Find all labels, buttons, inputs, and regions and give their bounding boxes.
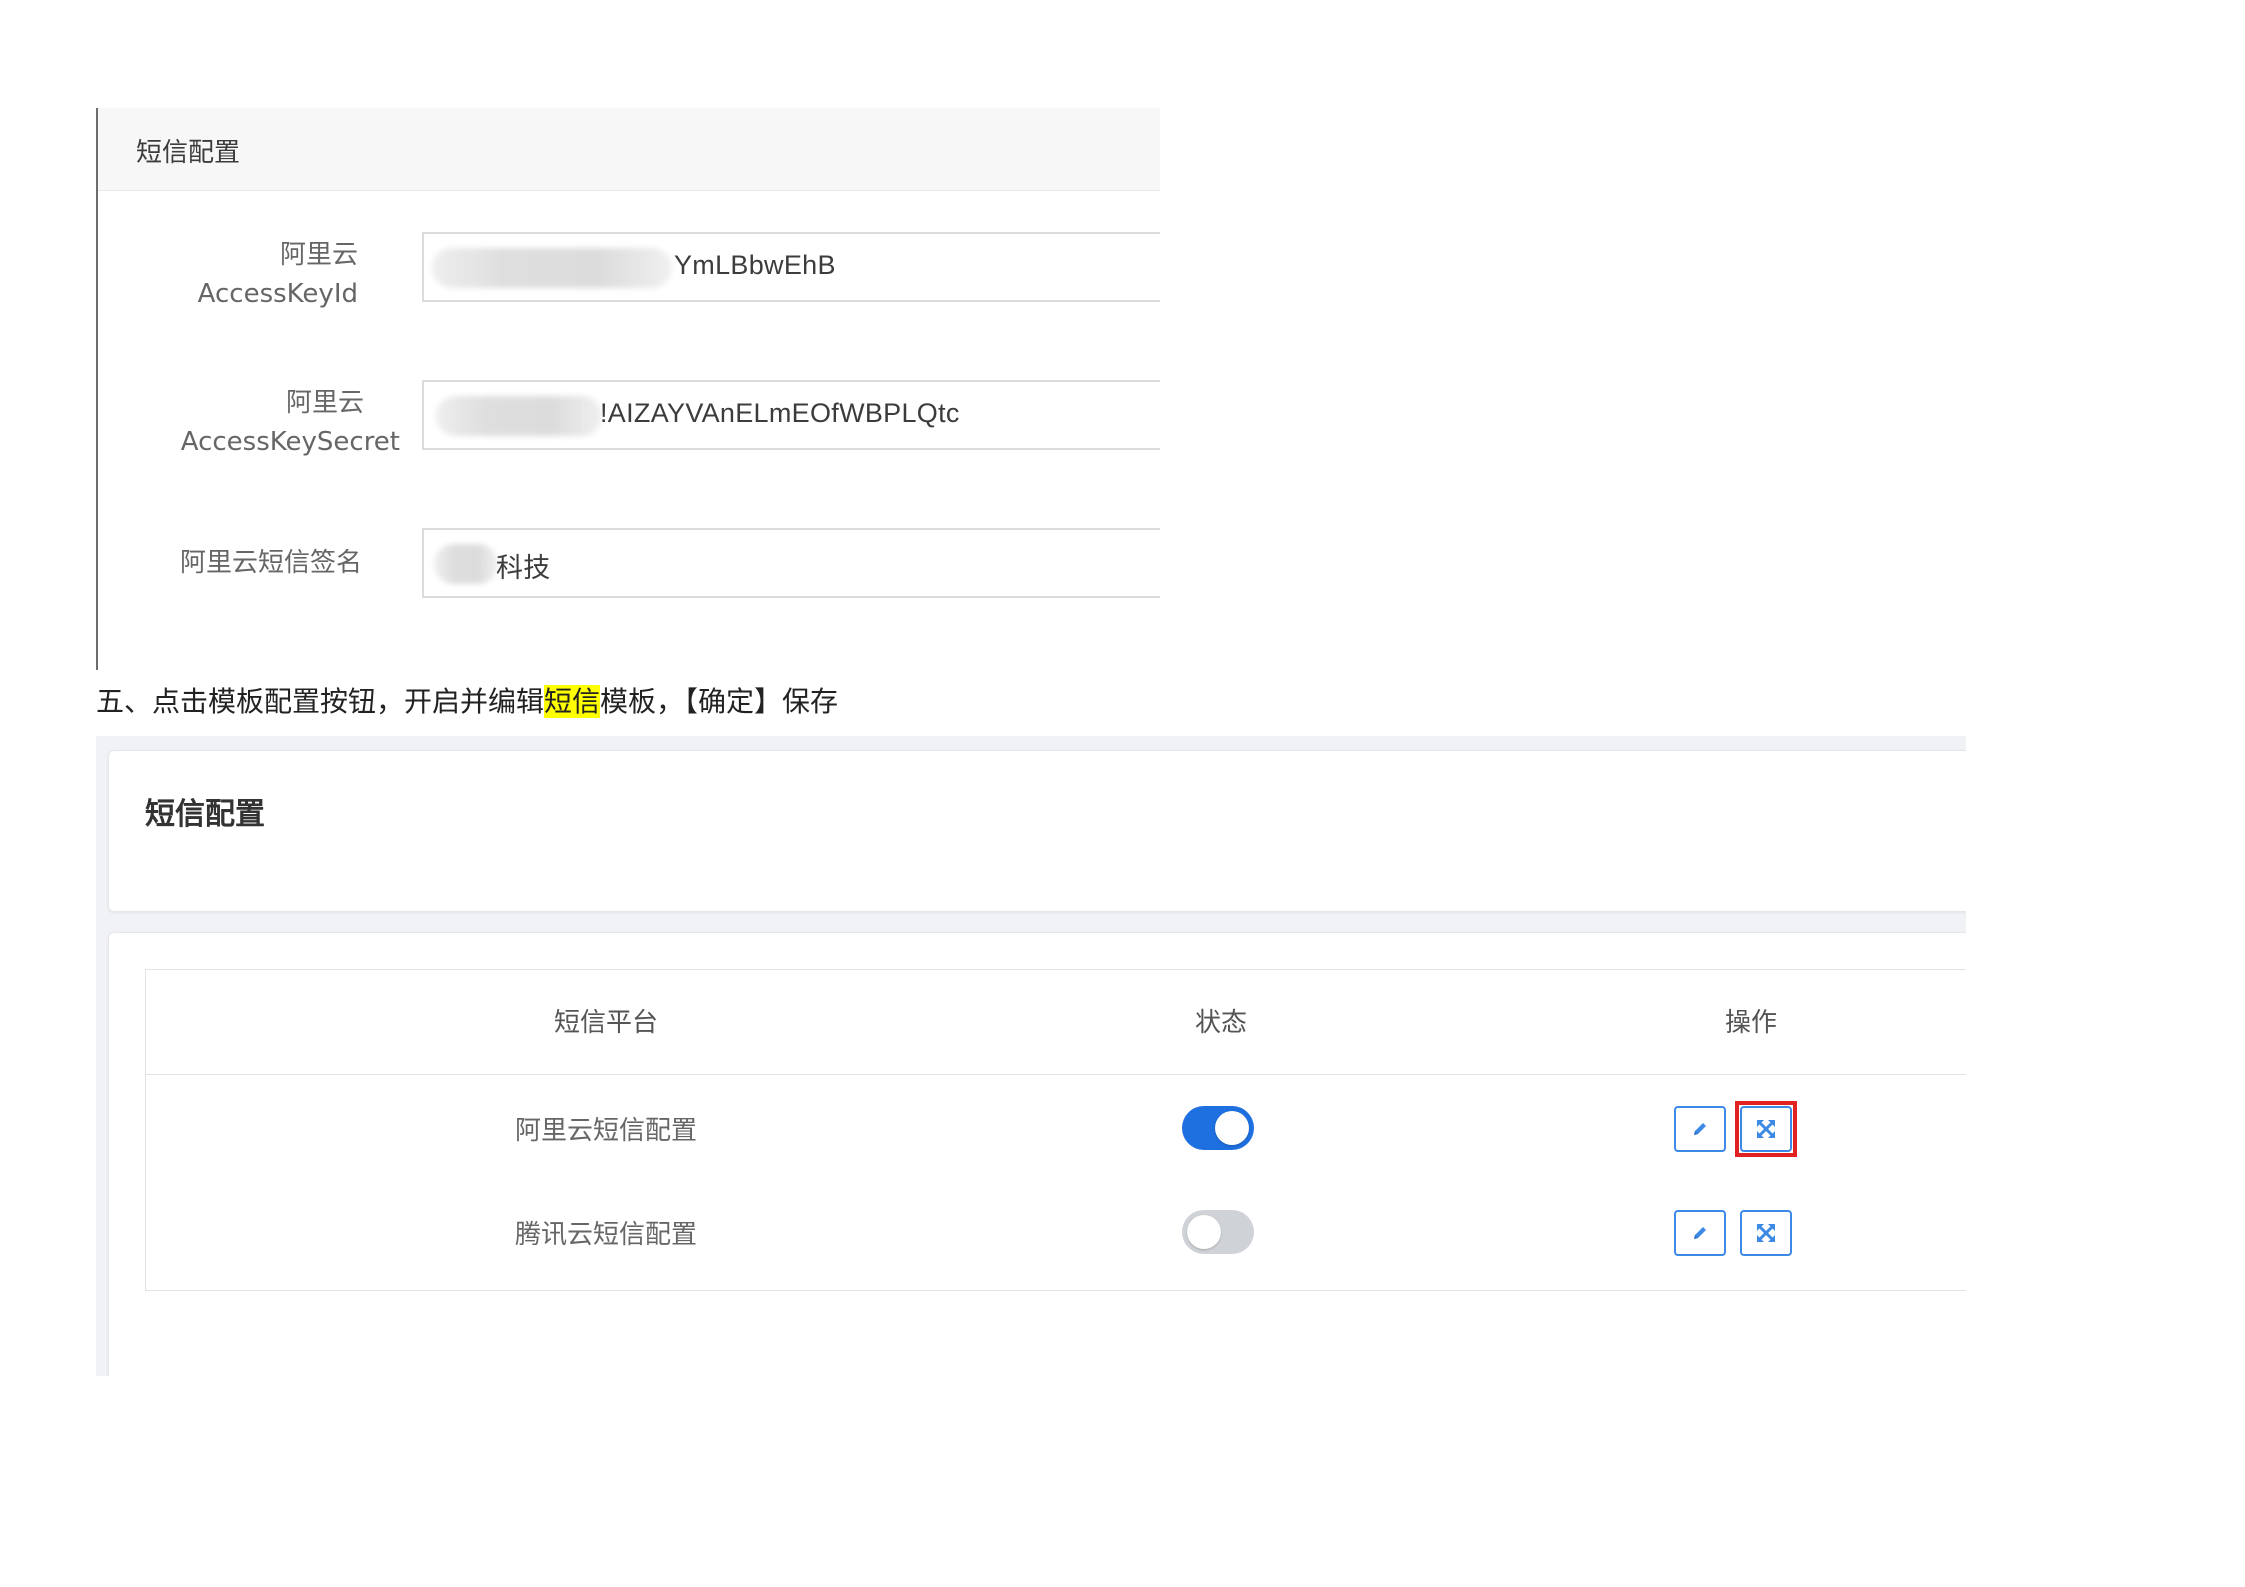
pencil-icon: [1690, 1119, 1710, 1139]
sms-signature-label: 阿里云短信签名: [179, 548, 362, 578]
sms-platform-table: 短信平台 状态 操作 阿里云短信配置 腾讯云短信配置: [145, 969, 1966, 1291]
sms-config-form-panel: 短信配置 阿里云 AccessKeyId YmLBbwEhB 阿里云 Acces…: [96, 108, 1160, 670]
step-caption: 五、点击模板配置按钮，开启并编辑短信模板，【确定】保存: [96, 684, 838, 720]
expand-arrows-icon: [1755, 1222, 1777, 1244]
column-header-status: 状态: [1194, 1008, 1247, 1038]
caption-text-before: 五、点击模板配置按钮，开启并编辑: [96, 685, 545, 718]
status-toggle[interactable]: [1182, 1106, 1254, 1150]
access-key-secret-label: 阿里云 AccessKeySecret: [138, 384, 400, 462]
redacted-blur: [436, 396, 602, 436]
table-header: 短信平台 状态 操作: [146, 970, 1966, 1075]
highlight-annotation-box: [1735, 1101, 1797, 1157]
edit-button[interactable]: [1674, 1210, 1726, 1256]
access-key-secret-input[interactable]: !AIZAYVAnELmEOfWBPLQtc: [422, 380, 1160, 450]
column-header-actions: 操作: [1724, 1008, 1777, 1038]
edit-button[interactable]: [1674, 1106, 1726, 1152]
form-panel-title: 短信配置: [136, 138, 241, 168]
table-row: 阿里云短信配置: [146, 1076, 1966, 1180]
access-key-id-input[interactable]: YmLBbwEhB: [422, 232, 1160, 302]
redacted-blur: [434, 544, 498, 584]
sms-config-table-panel: 短信配置 短信平台 状态 操作 阿里云短信配置 腾讯云短信配置: [96, 736, 1966, 1376]
access-key-id-label: 阿里云 AccessKeyId: [168, 236, 358, 314]
caption-highlight: 短信: [544, 685, 601, 718]
access-key-id-label-line1: 阿里云: [279, 240, 358, 270]
access-key-secret-label-line1: 阿里云: [285, 388, 364, 418]
form-panel-header: 短信配置: [98, 108, 1160, 191]
toggle-knob: [1187, 1215, 1221, 1249]
redacted-blur: [432, 248, 672, 288]
access-key-id-label-line2: AccessKeyId: [197, 279, 358, 309]
platform-name: 腾讯云短信配置: [514, 1220, 697, 1250]
toggle-knob: [1215, 1111, 1249, 1145]
platform-name: 阿里云短信配置: [514, 1116, 697, 1146]
column-header-platform: 短信平台: [553, 1008, 658, 1038]
status-toggle[interactable]: [1182, 1210, 1254, 1254]
table-panel-title: 短信配置: [145, 797, 265, 832]
table-panel-header-card: 短信配置: [108, 750, 1966, 912]
sms-signature-value: 科技: [496, 553, 551, 583]
table-card: 短信平台 状态 操作 阿里云短信配置 腾讯云短信配置: [108, 932, 1966, 1376]
table-row: 腾讯云短信配置: [146, 1180, 1966, 1284]
template-config-button[interactable]: [1740, 1210, 1792, 1256]
access-key-secret-value: !AIZAYVAnELmEOfWBPLQtc: [600, 398, 960, 428]
access-key-id-value: YmLBbwEhB: [674, 250, 836, 280]
caption-text-after: 模板，【确定】保存: [600, 685, 839, 718]
sms-signature-input[interactable]: 科技: [422, 528, 1160, 598]
access-key-secret-label-line2: AccessKeySecret: [180, 427, 400, 457]
pencil-icon: [1690, 1223, 1710, 1243]
